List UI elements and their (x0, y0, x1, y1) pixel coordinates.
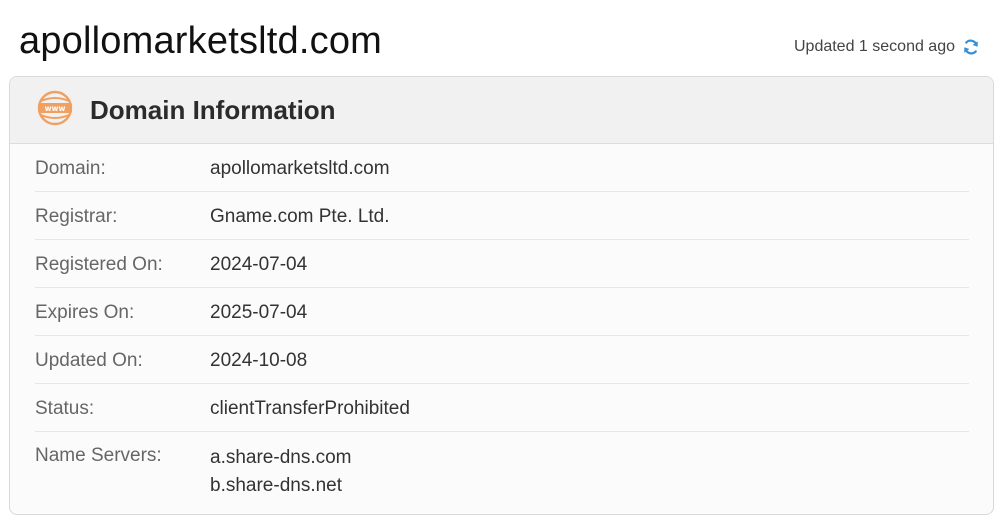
page-title: apollomarketsltd.com (19, 20, 383, 62)
www-icon: www (36, 89, 90, 132)
registrar-value: Gname.com Pte. Ltd. (210, 206, 390, 227)
status-label: Status: (35, 398, 95, 419)
domain-info-table: Domain: apollomarketsltd.com Registrar: … (10, 144, 993, 512)
refresh-icon[interactable] (961, 37, 981, 57)
domain-information-card: www Domain Information Domain: apollomar… (9, 76, 994, 515)
updated-text: Updated 1 second ago (793, 38, 955, 55)
name-server-item: a.share-dns.com (210, 447, 352, 468)
name-server-item: b.share-dns.net (210, 475, 343, 496)
row-domain: Domain: apollomarketsltd.com (35, 144, 969, 192)
updated-on-value: 2024-10-08 (210, 350, 308, 371)
registered-on-label: Registered On: (35, 254, 163, 275)
row-registered-on: Registered On: 2024-07-04 (35, 240, 969, 288)
expires-on-label: Expires On: (35, 302, 135, 323)
row-name-servers: Name Servers: a.share-dns.com b.share-dn… (35, 432, 969, 512)
card-title: Domain Information (90, 94, 336, 125)
expires-on-value: 2025-07-04 (210, 302, 308, 323)
updated-on-label: Updated On: (35, 350, 143, 371)
row-registrar: Registrar: Gname.com Pte. Ltd. (35, 192, 969, 240)
card-header: www Domain Information (10, 77, 993, 144)
row-status: Status: clientTransferProhibited (35, 384, 969, 432)
row-expires-on: Expires On: 2025-07-04 (35, 288, 969, 336)
status-value: clientTransferProhibited (210, 398, 410, 419)
name-servers-list: a.share-dns.com b.share-dns.net (210, 444, 352, 512)
name-servers-label: Name Servers: (35, 445, 162, 466)
svg-text:www: www (45, 104, 66, 113)
updated-status: Updated 1 second ago (794, 37, 981, 57)
page: apollomarketsltd.com Updated 1 second ag… (0, 0, 1001, 524)
registered-on-value: 2024-07-04 (210, 254, 308, 275)
domain-label: Domain: (35, 158, 106, 179)
row-updated-on: Updated On: 2024-10-08 (35, 336, 969, 384)
registrar-label: Registrar: (35, 206, 118, 227)
domain-value: apollomarketsltd.com (210, 158, 390, 179)
